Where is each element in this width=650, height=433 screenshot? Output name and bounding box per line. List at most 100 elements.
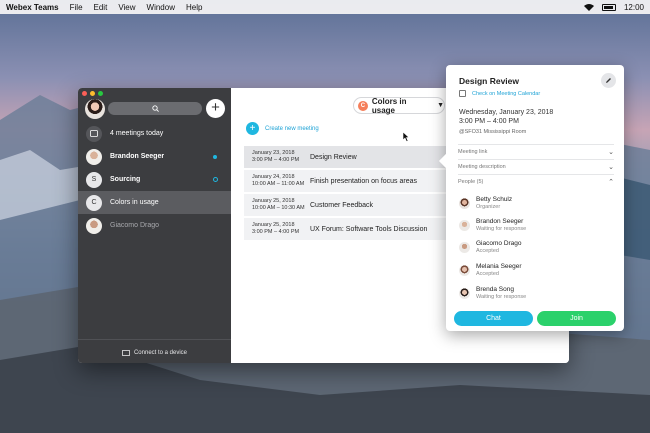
minimize-window-button[interactable]	[90, 91, 95, 96]
menu-help[interactable]: Help	[186, 3, 202, 12]
connect-label: Connect to a device	[133, 350, 188, 356]
meeting-row[interactable]: January 25, 2018 3:00 PM – 4:00 PM UX Fo…	[244, 218, 452, 240]
mention-indicator	[213, 177, 218, 182]
section-label: People (5)	[458, 178, 484, 185]
person-item[interactable]: Melania Seeger Accepted	[459, 263, 522, 277]
sidebar-item-label: Giacomo Drago	[110, 222, 160, 229]
person-item[interactable]: Giacomo Drago Accepted	[459, 240, 522, 254]
battery-icon[interactable]	[601, 3, 616, 11]
person-name: Brenda Song	[476, 286, 514, 293]
sidebar-item-label: Sourcing	[110, 176, 141, 183]
meeting-calendar-link[interactable]: Check on Meeting Calendar	[459, 90, 540, 97]
sidebar-item-label: Brandon Seeger	[110, 153, 165, 160]
meeting-time: 3:00 PM – 4:00 PM	[459, 118, 519, 125]
space-initial-avatar: S	[86, 171, 102, 188]
person-item[interactable]: Brandon Seeger Waiting for response	[459, 218, 526, 232]
meeting-time: 3:00 PM – 4:00 PM	[252, 157, 300, 163]
wifi-icon[interactable]	[583, 3, 594, 11]
create-meeting-label: Create new meeting	[265, 125, 319, 132]
meeting-row[interactable]: January 25, 2018 10:00 AM – 10:30 AM Cus…	[244, 194, 452, 216]
avatar	[459, 219, 470, 231]
create-meeting-button[interactable]: + Create new meeting	[246, 122, 319, 135]
calendar-icon	[459, 90, 466, 97]
people-section[interactable]: People (5) ⌃	[458, 174, 614, 188]
person-status: Accepted	[476, 248, 499, 254]
section-label: Meeting link	[458, 148, 488, 155]
sidebar-item-meetings-today[interactable]: 4 meetings today	[78, 122, 231, 145]
avatar	[86, 217, 102, 234]
meeting-title: Customer Feedback	[310, 201, 374, 209]
meeting-datetime: January 24, 2018 10:00 AM – 11:00 AM	[244, 174, 310, 188]
chevron-down-icon: ⌄	[608, 163, 614, 171]
meeting-date: January 25, 2018	[252, 198, 295, 204]
zoom-window-button[interactable]	[98, 91, 103, 96]
menu-view[interactable]: View	[118, 3, 135, 12]
space-initial-avatar: C	[86, 194, 102, 211]
meeting-row[interactable]: January 23, 2018 3:00 PM – 4:00 PM Desig…	[244, 146, 452, 168]
meeting-link-section[interactable]: Meeting link ⌄	[458, 144, 614, 158]
person-item[interactable]: Betty Schulz Organizer	[459, 196, 512, 210]
sidebar-item-giacomo-drago[interactable]: Giacomo Drago	[78, 214, 231, 237]
chat-button[interactable]: Chat	[454, 311, 533, 326]
calendar-icon	[86, 125, 102, 142]
caret-down-icon: ▼	[437, 102, 444, 109]
app-menu[interactable]: Webex Teams	[6, 3, 59, 12]
search-icon	[151, 105, 159, 112]
person-status: Waiting for response	[476, 226, 527, 232]
connect-to-device-button[interactable]: Connect to a device	[78, 350, 231, 356]
space-selector[interactable]: C Colors in usage ▼	[353, 97, 445, 115]
sidebar-item-label: Colors in usage	[110, 199, 159, 206]
menu-bar: Webex Teams File Edit View Window Help 1…	[0, 0, 650, 14]
person-status: Accepted	[476, 271, 499, 277]
person-name: Betty Schulz	[476, 196, 513, 203]
space-icon: C	[358, 100, 368, 111]
user-avatar[interactable]	[85, 99, 105, 119]
meeting-date: Wednesday, January 23, 2018	[459, 109, 554, 116]
edit-meeting-button[interactable]	[601, 73, 616, 88]
add-button[interactable]: +	[206, 99, 225, 118]
avatar	[459, 287, 470, 299]
menu-window[interactable]: Window	[147, 3, 175, 12]
sidebar-item-sourcing[interactable]: S Sourcing	[78, 168, 231, 191]
avatar	[86, 148, 102, 165]
meeting-date: January 25, 2018	[252, 222, 295, 228]
menu-edit[interactable]: Edit	[94, 3, 108, 12]
meeting-date: January 23, 2018	[252, 150, 295, 156]
close-window-button[interactable]	[82, 91, 87, 96]
person-name: Brandon Seeger	[476, 218, 524, 225]
meeting-time: 3:00 PM – 4:00 PM	[252, 229, 300, 235]
divider	[78, 339, 231, 340]
person-name: Melania Seeger	[476, 263, 522, 270]
sidebar-item-brandon-seeger[interactable]: Brandon Seeger	[78, 145, 231, 168]
meeting-datetime: January 25, 2018 3:00 PM – 4:00 PM	[244, 222, 310, 236]
avatar	[459, 264, 470, 276]
meeting-datetime: January 23, 2018 3:00 PM – 4:00 PM	[244, 150, 310, 164]
meeting-time: 10:00 AM – 11:00 AM	[252, 181, 305, 187]
join-button[interactable]: Join	[537, 311, 616, 326]
avatar	[459, 241, 470, 253]
person-name: Giacomo Drago	[476, 240, 522, 247]
person-status: Waiting for response	[476, 294, 527, 300]
avatar	[459, 197, 470, 209]
sidebar: + 4 meetings today Brandon Seeger S Sour…	[78, 88, 231, 363]
meeting-description-section[interactable]: Meeting description ⌄	[458, 159, 614, 173]
sidebar-item-colors-in-usage[interactable]: C Colors in usage	[78, 191, 231, 214]
menu-clock[interactable]: 12:00	[624, 3, 644, 12]
calendar-link-label: Check on Meeting Calendar	[472, 90, 541, 97]
person-status: Organizer	[476, 204, 501, 210]
window-controls	[82, 91, 103, 96]
meeting-title: Finish presentation on focus areas	[310, 177, 418, 185]
chevron-down-icon: ⌄	[608, 148, 614, 156]
person-item[interactable]: Brenda Song Waiting for response	[459, 286, 526, 300]
sidebar-item-label: 4 meetings today	[110, 130, 164, 137]
menu-file[interactable]: File	[70, 3, 83, 12]
cast-icon	[122, 350, 130, 356]
plus-icon: +	[246, 122, 259, 135]
meeting-row[interactable]: January 24, 2018 10:00 AM – 11:00 AM Fin…	[244, 170, 452, 192]
unread-indicator	[213, 154, 217, 159]
pencil-icon	[606, 78, 611, 83]
search-input[interactable]	[108, 102, 202, 115]
meeting-datetime: January 25, 2018 10:00 AM – 10:30 AM	[244, 198, 310, 212]
meeting-details-popover: Design Review Check on Meeting Calendar …	[438, 65, 624, 331]
meeting-title: Design Review	[310, 153, 357, 161]
